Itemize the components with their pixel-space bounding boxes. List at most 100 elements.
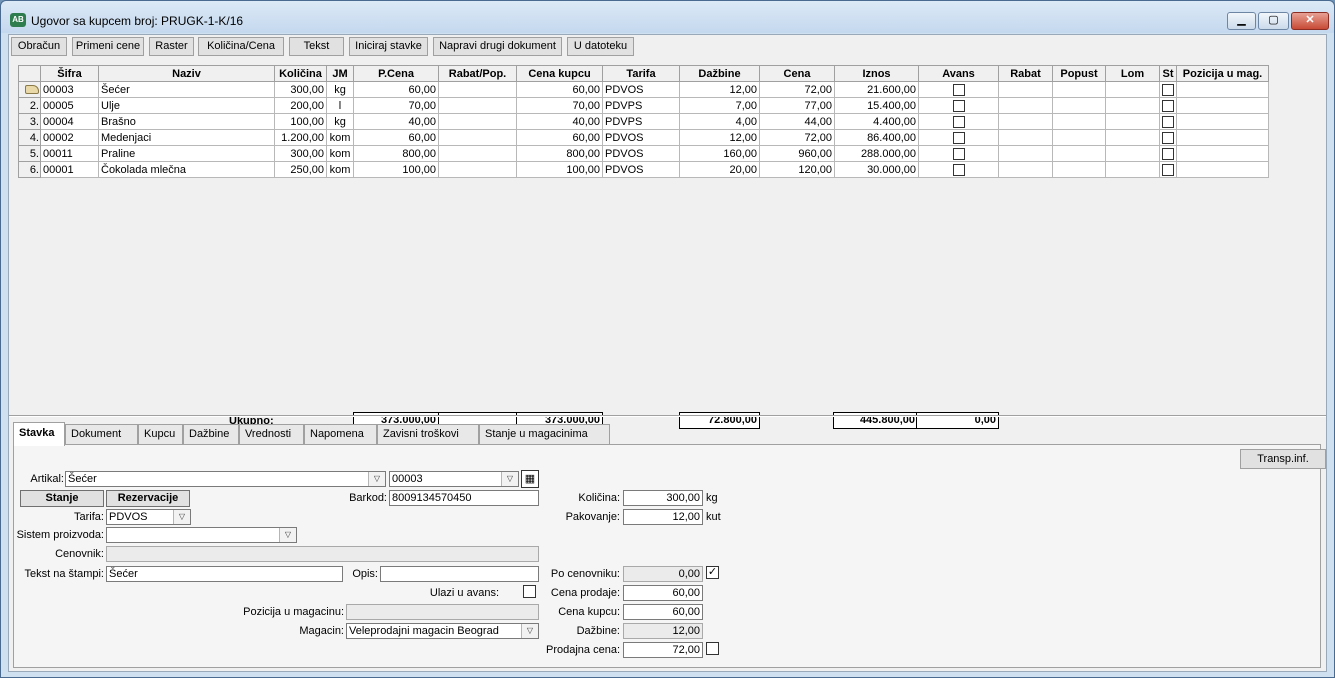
cell-pcena[interactable]: 70,00 (353, 97, 439, 114)
st-checkbox[interactable] (1162, 83, 1174, 96)
cell-sifra[interactable]: 00002 (40, 129, 99, 146)
barkod-field[interactable]: 8009134570450 (389, 490, 539, 506)
cell-rabat[interactable] (998, 129, 1053, 146)
kolicina-field[interactable]: 300,00 (623, 490, 703, 506)
primeni-cene-button[interactable]: Primeni cene (72, 37, 144, 56)
cell-tarifa[interactable]: PDVOS (602, 81, 680, 98)
cena-prodaje-field[interactable]: 60,00 (623, 585, 703, 601)
cell-sifra[interactable]: 00004 (40, 113, 99, 130)
pakovanje-field[interactable]: 12,00 (623, 509, 703, 525)
stanje-button[interactable]: Stanje (20, 490, 104, 507)
cell-dazbine[interactable]: 7,00 (679, 97, 760, 114)
cell-lom[interactable] (1105, 81, 1160, 98)
st-checkbox[interactable] (1162, 99, 1174, 112)
tab-zavisni-troskovi[interactable]: Zavisni troškovi (377, 424, 479, 445)
cell-tarifa[interactable]: PDVOS (602, 129, 680, 146)
rezervacije-button[interactable]: Rezervacije (106, 490, 190, 507)
chevron-down-icon[interactable]: ▽ (279, 528, 296, 542)
cell-jm[interactable]: kom (326, 129, 354, 146)
cell-dazbine[interactable]: 4,00 (679, 113, 760, 130)
cell-iznos[interactable]: 86.400,00 (834, 129, 919, 146)
table-row[interactable]: 4. 00002 Medenjaci 1.200,00 kom 60,00 60… (18, 129, 1269, 146)
cell-sifra[interactable]: 00011 (40, 145, 99, 162)
cell-avans[interactable] (918, 97, 999, 114)
cell-cena-kupcu[interactable]: 60,00 (516, 129, 603, 146)
cell-naziv[interactable]: Šećer (98, 81, 275, 98)
cell-dazbine[interactable]: 12,00 (679, 129, 760, 146)
cell-cena[interactable]: 72,00 (759, 81, 835, 98)
cell-st[interactable] (1159, 81, 1177, 98)
kolicina-cena-button[interactable]: Količina/Cena (198, 37, 284, 56)
cena-kupcu-field[interactable]: 60,00 (623, 604, 703, 620)
cell-iznos[interactable]: 21.600,00 (834, 81, 919, 98)
cell-avans[interactable] (918, 113, 999, 130)
cell-pcena[interactable]: 40,00 (353, 113, 439, 130)
cell-pozicija[interactable] (1176, 81, 1269, 98)
napravi-drugi-dokument-button[interactable]: Napravi drugi dokument (433, 37, 562, 56)
chevron-down-icon[interactable]: ▽ (501, 472, 518, 486)
col-header-pozicija[interactable]: Pozicija u mag. (1176, 65, 1269, 82)
cell-popust[interactable] (1052, 145, 1106, 162)
cell-pcena[interactable]: 60,00 (353, 81, 439, 98)
cell-cena[interactable]: 72,00 (759, 129, 835, 146)
cell-sifra[interactable]: 00005 (40, 97, 99, 114)
table-row[interactable]: 6. 00001 Čokolada mlečna 250,00 kom 100,… (18, 161, 1269, 178)
col-header-rabat-pop[interactable]: Rabat/Pop. (438, 65, 517, 82)
raster-button[interactable]: Raster (149, 37, 194, 56)
cell-rabat-pop[interactable] (438, 113, 517, 130)
cell-lom[interactable] (1105, 161, 1160, 178)
magacin-select[interactable]: Veleprodajni magacin Beograd ▽ (346, 623, 539, 639)
cell-sifra[interactable]: 00003 (40, 81, 99, 98)
cell-st[interactable] (1159, 161, 1177, 178)
cell-pozicija[interactable] (1176, 97, 1269, 114)
cell-cena[interactable]: 77,00 (759, 97, 835, 114)
u-datoteku-button[interactable]: U datoteku (567, 37, 634, 56)
cell-dazbine[interactable]: 160,00 (679, 145, 760, 162)
cell-tarifa[interactable]: PDVPS (602, 97, 680, 114)
cell-rabat[interactable] (998, 81, 1053, 98)
col-header-popust[interactable]: Popust (1052, 65, 1106, 82)
cell-iznos[interactable]: 288.000,00 (834, 145, 919, 162)
avans-checkbox[interactable] (952, 115, 965, 128)
cell-jm[interactable]: kom (326, 145, 354, 162)
tab-dazbine[interactable]: Dažbine (183, 424, 239, 445)
cell-kolicina[interactable]: 300,00 (274, 81, 327, 98)
splitter[interactable] (9, 415, 1326, 417)
col-header-avans[interactable]: Avans (918, 65, 999, 82)
cell-rabat-pop[interactable] (438, 161, 517, 178)
cell-st[interactable] (1159, 145, 1177, 162)
cell-iznos[interactable]: 15.400,00 (834, 97, 919, 114)
chevron-down-icon[interactable]: ▽ (173, 510, 190, 524)
cell-kolicina[interactable]: 300,00 (274, 145, 327, 162)
tab-stanje-u-magacinima[interactable]: Stanje u magacinima (479, 424, 610, 445)
cell-popust[interactable] (1052, 97, 1106, 114)
maximize-button[interactable]: ▢ (1258, 12, 1289, 30)
cell-tarifa[interactable]: PDVPS (602, 113, 680, 130)
cell-cena-kupcu[interactable]: 60,00 (516, 81, 603, 98)
cell-pcena[interactable]: 100,00 (353, 161, 439, 178)
cell-naziv[interactable]: Praline (98, 145, 275, 162)
cell-cena-kupcu[interactable]: 40,00 (516, 113, 603, 130)
st-checkbox[interactable] (1162, 131, 1174, 144)
cell-pcena[interactable]: 800,00 (353, 145, 439, 162)
cell-rabat[interactable] (998, 161, 1053, 178)
st-checkbox[interactable] (1162, 163, 1174, 176)
cell-pozicija[interactable] (1176, 145, 1269, 162)
col-header-jm[interactable]: JM (326, 65, 354, 82)
tab-dokument[interactable]: Dokument (65, 424, 138, 445)
prodajna-cena-field[interactable]: 72,00 (623, 642, 703, 658)
col-header-kolicina[interactable]: Količina (274, 65, 327, 82)
cell-st[interactable] (1159, 97, 1177, 114)
cell-kolicina[interactable]: 250,00 (274, 161, 327, 178)
cell-rabat[interactable] (998, 97, 1053, 114)
avans-checkbox[interactable] (952, 99, 965, 112)
cell-sifra[interactable]: 00001 (40, 161, 99, 178)
cell-pozicija[interactable] (1176, 113, 1269, 130)
col-header-iznos[interactable]: Iznos (834, 65, 919, 82)
cell-rabat-pop[interactable] (438, 81, 517, 98)
table-row[interactable]: 5. 00011 Praline 300,00 kom 800,00 800,0… (18, 145, 1269, 162)
transp-inf-button[interactable]: Transp.inf. (1240, 449, 1326, 469)
cell-kolicina[interactable]: 1.200,00 (274, 129, 327, 146)
artikal-select[interactable]: Šećer ▽ (65, 471, 386, 487)
st-checkbox[interactable] (1162, 147, 1174, 160)
